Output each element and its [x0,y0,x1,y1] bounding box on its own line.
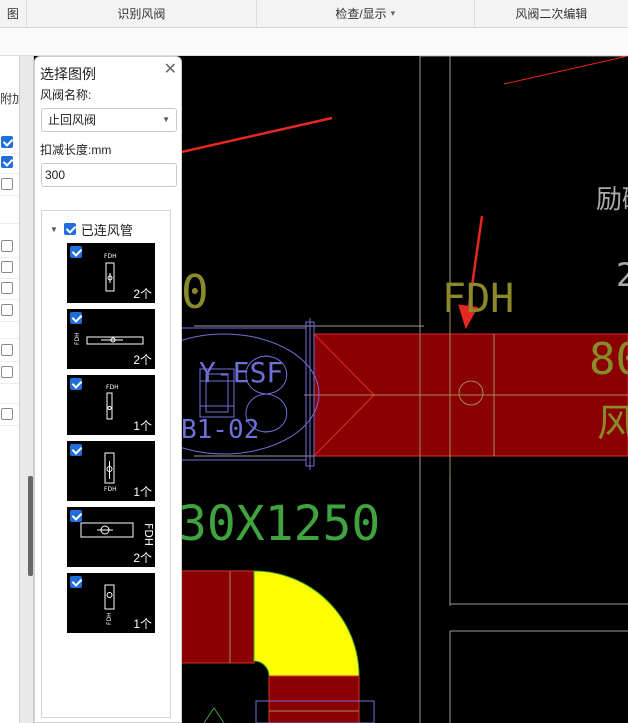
row-checkbox[interactable] [1,261,13,273]
panel-splitter[interactable] [20,56,34,723]
legend-item[interactable]: FDH 1个 [67,573,155,633]
cad-text-fdh: FDH [442,276,514,322]
table-row[interactable] [0,257,19,279]
ribbon-item-0[interactable]: 图 [0,0,27,27]
table-row[interactable] [0,152,19,174]
damper-name-label: 风阀名称: [40,88,92,102]
select-legend-dialog: 选择图例 ✕ 风阀名称: 止回风阀 ▼ 扣减长度:mm 300 ▼ 已连风管 F… [34,56,182,723]
cad-text-ysf: Y-ESF [199,356,283,389]
table-row[interactable] [0,382,19,404]
table-row[interactable] [0,202,19,224]
cad-text-eighty: 80 [589,334,628,385]
chevron-down-icon: ▾ [390,8,396,18]
toolbar-strip [0,28,628,56]
legend-item-count: 1个 [133,419,152,433]
row-checkbox[interactable] [1,282,13,294]
legend-item[interactable]: FDH 2个 [67,309,155,369]
legend-item-checkbox[interactable] [70,378,82,390]
legend-item[interactable]: FDH 1个 [67,441,155,501]
table-row[interactable] [0,340,19,362]
legend-item-count: 1个 [133,617,152,631]
row-checkbox[interactable] [1,240,13,252]
row-checkbox[interactable] [1,366,13,378]
legend-item[interactable]: FDH 2个 [67,243,155,303]
deduct-length-input[interactable]: 300 [41,163,177,187]
legend-tag: FDH [142,523,155,546]
dialog-title: 选择图例 [40,66,96,82]
ribbon-item-damper-edit[interactable]: 风阀二次编辑 [475,0,628,27]
cad-text-two: 2 [616,256,628,294]
damper-name-select[interactable]: 止回风阀 ▼ [41,108,177,132]
row-checkbox[interactable] [1,304,13,316]
table-row[interactable] [0,362,19,384]
legend-tag: FDH [104,253,117,260]
ribbon-toolbar: 图 识别风阀 检查/显示 ▾ 风阀二次编辑 [0,0,628,28]
legend-item[interactable]: FDH 2个 [67,507,155,567]
legend-item-checkbox[interactable] [70,576,82,588]
property-table: 附加 [0,56,20,723]
legend-item-checkbox[interactable] [70,510,82,522]
legend-item-count: 1个 [133,485,152,499]
deduct-length-label: 扣减长度:mm [40,143,112,157]
legend-item-count: 2个 [133,551,152,565]
legend-item-checkbox[interactable] [70,246,82,258]
chevron-down-icon: ▼ [162,115,170,124]
legend-tag: FDH [106,384,119,391]
cad-text-right-top: 励磁 [596,185,628,215]
tree-node-checkbox[interactable] [63,223,76,235]
damper-name-value: 止回风阀 [48,113,97,127]
table-row[interactable] [0,132,19,154]
table-row[interactable] [0,174,19,196]
legend-item-checkbox[interactable] [70,312,82,324]
row-checkbox[interactable] [1,156,13,168]
legend-item-count: 2个 [133,353,152,367]
legend-item[interactable]: FDH 1个 [67,375,155,435]
caret-down-icon[interactable]: ▼ [50,225,58,234]
row-checkbox[interactable] [1,344,13,356]
row-checkbox[interactable] [1,136,13,148]
legend-item-checkbox[interactable] [70,444,82,456]
splitter-grip-icon[interactable] [28,476,33,576]
legend-tree: ▼ 已连风管 FDH 2个 FDH 2个 FDH 1个 FDH 1个 FDH 2个 FDH 1个 [41,210,171,718]
tree-node-label: 已连风管 [80,222,133,238]
row-checkbox[interactable] [1,178,13,190]
legend-item-count: 2个 [133,287,152,301]
table-row[interactable] [0,404,19,426]
column-header-extra: 附加 [0,92,19,106]
ribbon-item-check-display[interactable]: 检查/显示 ▾ [257,0,475,27]
close-icon[interactable]: ✕ [164,62,177,78]
cad-text-zero: 0 [181,265,209,319]
table-row[interactable] [0,236,19,258]
ribbon-item-identify-damper[interactable]: 识别风阀 [27,0,257,27]
table-row[interactable] [0,317,19,339]
legend-tag: FDH [74,332,81,345]
legend-tag: FDH [104,486,117,493]
table-row[interactable] [0,278,19,300]
cad-text-dimension: 30X1250 [178,496,380,552]
legend-tag: FDH [106,612,113,625]
tree-node-connected-duct[interactable]: ▼ 已连风管 [50,219,133,239]
cad-text-b1: B1-02 [181,415,259,445]
row-checkbox[interactable] [1,408,13,420]
cad-text-duct: 风管 [597,401,628,445]
